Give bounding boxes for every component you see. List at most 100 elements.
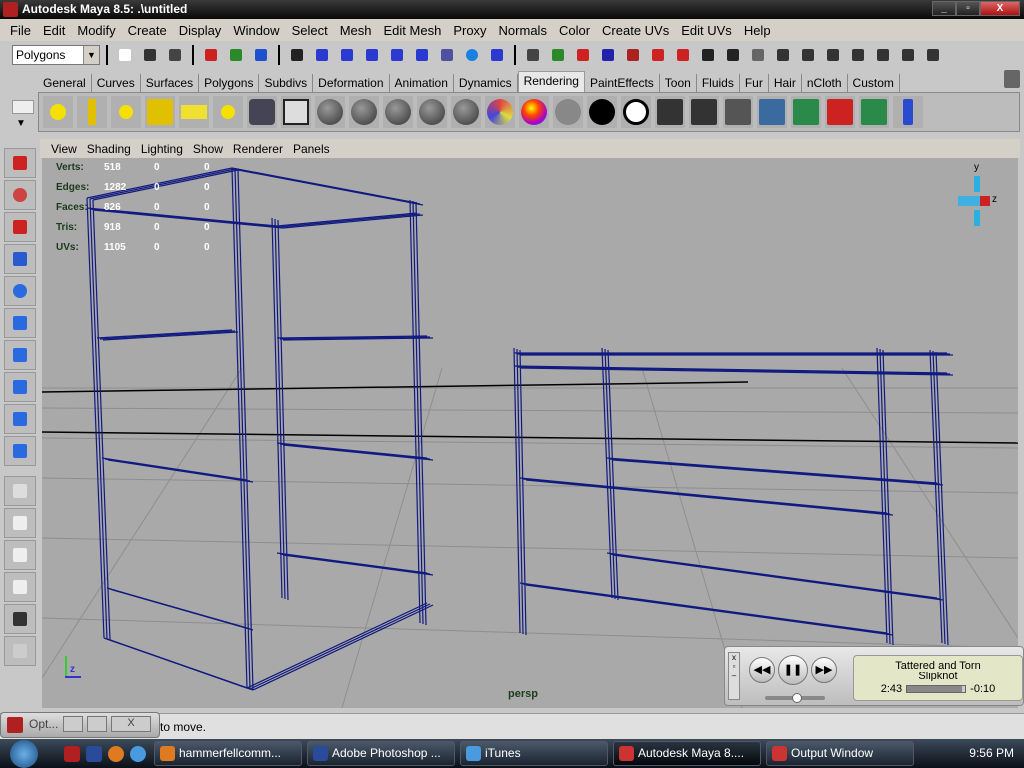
menu-select[interactable]: Select xyxy=(286,23,334,38)
task-output-window[interactable]: Output Window xyxy=(766,741,914,766)
volume-slider[interactable] xyxy=(765,693,825,703)
history-icon[interactable] xyxy=(436,44,458,66)
shelf-tab-toggle[interactable] xyxy=(12,100,34,114)
tab-hair[interactable]: Hair xyxy=(769,74,802,92)
break-light-links-icon[interactable] xyxy=(825,96,855,128)
tab-dynamics[interactable]: Dynamics xyxy=(454,74,518,92)
tab-subdivs[interactable]: Subdivs xyxy=(259,74,314,92)
phonge-sphere-icon[interactable] xyxy=(417,96,447,128)
show-manipulator-icon[interactable] xyxy=(4,404,36,434)
tab-surfaces[interactable]: Surfaces xyxy=(141,74,200,92)
task-maya[interactable]: Autodesk Maya 8.... xyxy=(613,741,761,766)
select-object-icon[interactable] xyxy=(225,44,247,66)
panel-menu-view[interactable]: View xyxy=(46,142,82,156)
single-perspective-layout-icon[interactable] xyxy=(4,476,36,506)
tab-deformation[interactable]: Deformation xyxy=(313,74,390,92)
phong-sphere-icon[interactable] xyxy=(383,96,413,128)
render-view-icon[interactable] xyxy=(772,44,794,66)
tab-painteffects[interactable]: PaintEffects xyxy=(585,74,660,92)
persp-graph-layout-icon[interactable] xyxy=(4,572,36,602)
construction-history-icon[interactable] xyxy=(597,44,619,66)
pause-button[interactable]: ❚❚ xyxy=(778,655,808,685)
tab-fluids[interactable]: Fluids xyxy=(697,74,740,92)
maya-quicklaunch-icon[interactable] xyxy=(64,745,80,762)
area-light-icon[interactable] xyxy=(179,96,209,128)
channel-box-icon[interactable] xyxy=(897,44,919,66)
tool-settings-icon[interactable] xyxy=(922,44,944,66)
render-icon[interactable] xyxy=(797,44,819,66)
light-linking-icon[interactable] xyxy=(791,96,821,128)
panel-menu-show[interactable]: Show xyxy=(188,142,228,156)
open-folder-icon[interactable] xyxy=(139,44,161,66)
tab-animation[interactable]: Animation xyxy=(390,74,454,92)
layered-shader-icon[interactable] xyxy=(485,96,515,128)
hypershade-icon[interactable] xyxy=(757,96,787,128)
panel-menu-renderer[interactable]: Renderer xyxy=(228,142,288,156)
menu-create[interactable]: Create xyxy=(122,23,173,38)
rotate-tool-icon[interactable] xyxy=(4,276,36,306)
panel-menu-panels[interactable]: Panels xyxy=(288,142,335,156)
restore-button[interactable] xyxy=(63,716,83,732)
next-track-button[interactable]: ▶▶ xyxy=(811,657,837,683)
close-button[interactable]: X xyxy=(980,1,1020,16)
sphere-icon[interactable] xyxy=(461,44,483,66)
output-line-icon[interactable] xyxy=(722,44,744,66)
persp-outliner-layout-icon[interactable] xyxy=(4,540,36,570)
tab-custom[interactable]: Custom xyxy=(848,74,900,92)
transform-constraint-icon[interactable] xyxy=(747,44,769,66)
point-light-icon[interactable] xyxy=(111,96,141,128)
minimize-button[interactable]: _ xyxy=(932,1,956,16)
minimized-options-window[interactable]: Opt... X xyxy=(0,712,160,738)
menu-set-dropdown[interactable]: Polygons ▼ xyxy=(12,45,100,65)
hypershade-layout-icon[interactable] xyxy=(4,604,36,634)
maximize-button[interactable]: ▫ xyxy=(956,1,980,16)
lock-icon[interactable] xyxy=(522,44,544,66)
paint-brush-icon[interactable] xyxy=(893,96,923,128)
previous-track-button[interactable]: ◀◀ xyxy=(749,657,775,683)
magnet-snap-icon[interactable] xyxy=(672,44,694,66)
ramp-shader-icon[interactable] xyxy=(519,96,549,128)
ipr-render-icon[interactable] xyxy=(822,44,844,66)
ipr-icon[interactable] xyxy=(689,96,719,128)
last-tool-icon[interactable] xyxy=(4,436,36,466)
panel-menu-lighting[interactable]: Lighting xyxy=(136,142,188,156)
make-light-links-icon[interactable] xyxy=(859,96,889,128)
shadow-matte-icon[interactable] xyxy=(621,96,651,128)
attribute-editor-icon[interactable] xyxy=(872,44,894,66)
menu-edit-mesh[interactable]: Edit Mesh xyxy=(378,23,448,38)
select-component-icon[interactable] xyxy=(250,44,272,66)
directional-light-icon[interactable] xyxy=(77,96,107,128)
camera-icon[interactable] xyxy=(247,96,277,128)
song-progress-bar[interactable] xyxy=(906,685,967,693)
menu-normals[interactable]: Normals xyxy=(493,23,553,38)
shelf-menu-button[interactable]: ▼ xyxy=(8,96,36,134)
scale-tool-icon[interactable] xyxy=(4,308,36,338)
lasso-icon[interactable] xyxy=(647,44,669,66)
chevron-down-icon[interactable]: ▼ xyxy=(8,118,36,129)
photoshop-quicklaunch-icon[interactable] xyxy=(86,745,102,762)
menu-modify[interactable]: Modify xyxy=(71,23,121,38)
graph-editor-layout-icon[interactable] xyxy=(4,636,36,666)
volume-light-icon[interactable] xyxy=(213,96,243,128)
tab-ncloth[interactable]: nCloth xyxy=(802,74,848,92)
menu-edit[interactable]: Edit xyxy=(37,23,71,38)
input-line-icon[interactable] xyxy=(697,44,719,66)
snap-plane-icon[interactable] xyxy=(386,44,408,66)
magnet-icon[interactable] xyxy=(622,44,644,66)
itunes-quicklaunch-icon[interactable] xyxy=(130,745,146,762)
use-background-icon[interactable] xyxy=(587,96,617,128)
save-icon[interactable] xyxy=(164,44,186,66)
panel-menu-shading[interactable]: Shading xyxy=(82,142,136,156)
anisotropic-sphere-icon[interactable] xyxy=(451,96,481,128)
system-clock[interactable]: 9:56 PM xyxy=(969,739,1014,768)
menu-proxy[interactable]: Proxy xyxy=(447,23,492,38)
menu-create-uvs[interactable]: Create UVs xyxy=(596,23,675,38)
render-globals-icon[interactable] xyxy=(723,96,753,128)
tab-polygons[interactable]: Polygons xyxy=(199,74,260,92)
snap-curve-icon[interactable] xyxy=(336,44,358,66)
menu-color[interactable]: Color xyxy=(553,23,596,38)
volume-thumb[interactable] xyxy=(792,693,802,703)
new-scene-icon[interactable] xyxy=(114,44,136,66)
lock-selection-icon[interactable] xyxy=(286,44,308,66)
help-icon[interactable] xyxy=(486,44,508,66)
